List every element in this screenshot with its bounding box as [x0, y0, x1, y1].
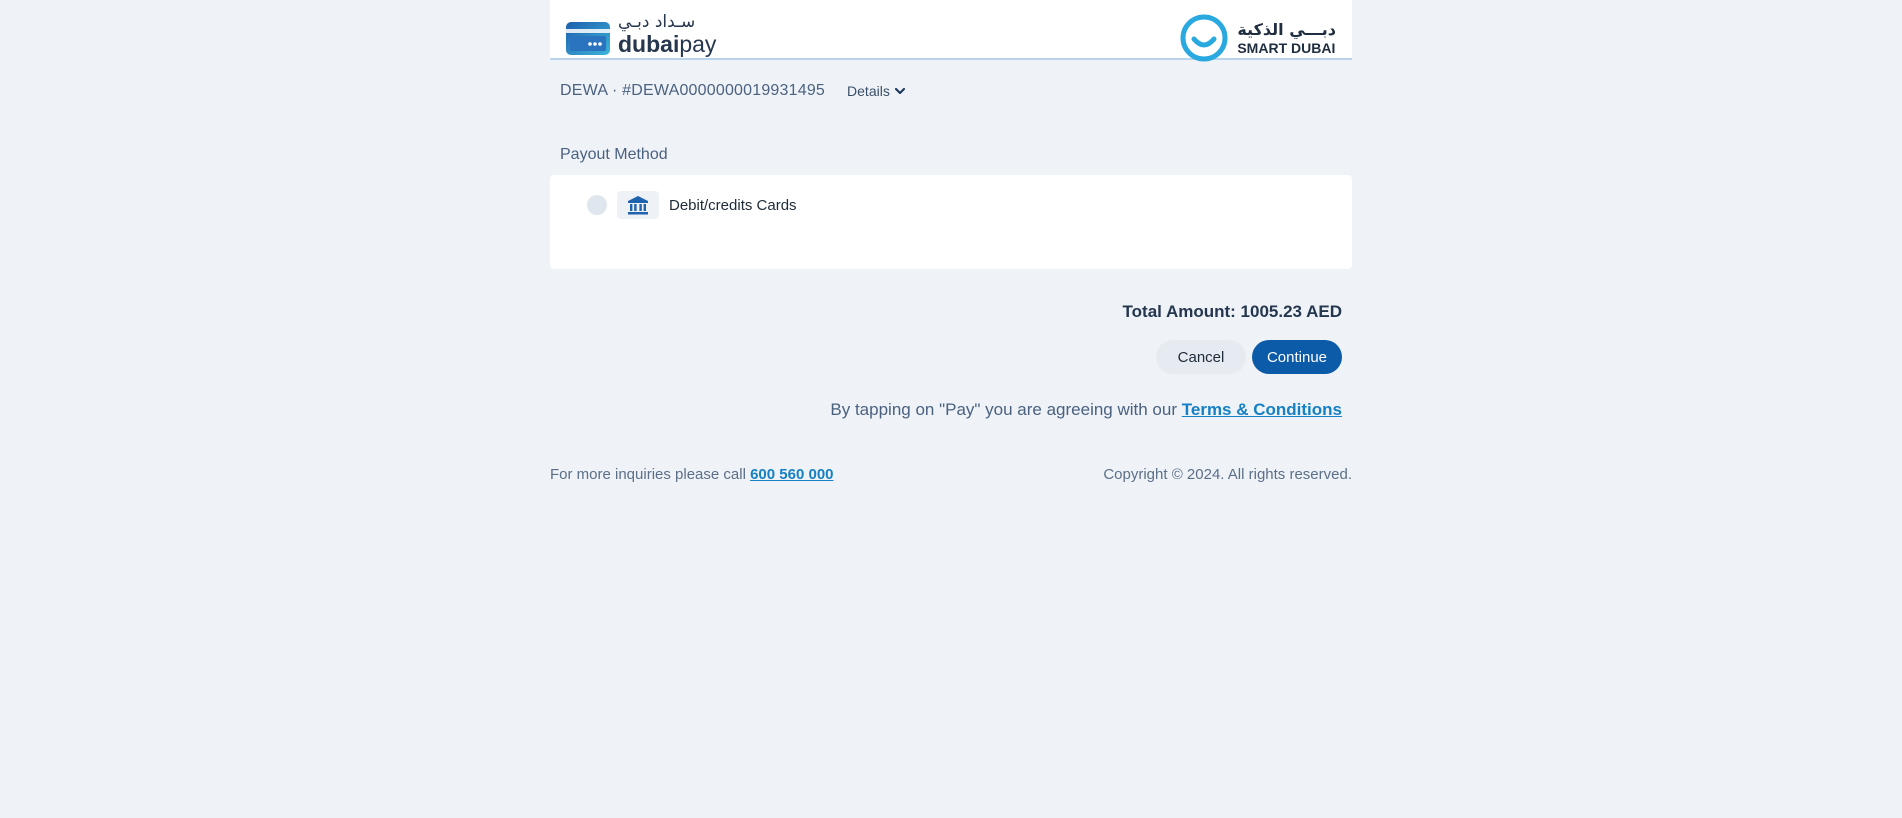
- dubaipay-bold-part: dubai: [618, 31, 680, 57]
- dubaipay-latin-text: dubaipay: [618, 33, 716, 56]
- chevron-down-icon: [894, 87, 905, 95]
- method-radio[interactable]: [587, 195, 607, 215]
- cancel-button[interactable]: Cancel: [1156, 340, 1246, 374]
- payout-method-card: Debit/credits Cards: [550, 175, 1352, 269]
- payment-page: سـداد دبـي dubaipay دبـــي الذكية SMART …: [550, 0, 1352, 483]
- terms-prefix: By tapping on "Pay" you are agreeing wit…: [830, 400, 1178, 419]
- smart-dubai-wordmark: دبـــي الذكية SMART DUBAI: [1237, 19, 1336, 56]
- payout-method-option[interactable]: Debit/credits Cards: [587, 191, 797, 219]
- inquiry-text: For more inquiries please call 600 560 0…: [550, 466, 834, 483]
- bank-glyph-icon: [628, 196, 648, 215]
- action-buttons: Cancel Continue: [1156, 340, 1342, 374]
- terms-link[interactable]: Terms & Conditions: [1182, 400, 1342, 419]
- copyright: Copyright © 2024. All rights reserved.: [1103, 466, 1352, 483]
- method-label: Debit/credits Cards: [669, 196, 797, 214]
- smile-circle-icon: [1180, 14, 1228, 62]
- header: سـداد دبـي dubaipay دبـــي الذكية SMART …: [550, 0, 1352, 63]
- dubaipay-arabic-text: سـداد دبـي: [618, 12, 696, 32]
- details-toggle[interactable]: Details: [847, 83, 906, 99]
- reference-row: DEWA · #DEWA0000000019931495 Details: [560, 82, 906, 100]
- total-amount: Total Amount: 1005.23 AED: [1122, 302, 1342, 321]
- smart-dubai-logo: دبـــي الذكية SMART DUBAI: [1179, 13, 1336, 63]
- inquiry-prefix: For more inquiries please call: [550, 466, 746, 483]
- bank-icon: [617, 191, 659, 219]
- smart-dubai-arabic-text: دبـــي الذكية: [1237, 19, 1336, 39]
- dubaipay-logo: سـداد دبـي dubaipay: [565, 14, 716, 56]
- details-label: Details: [847, 83, 890, 99]
- payout-method-title: Payout Method: [560, 146, 668, 163]
- card-icon: [566, 22, 610, 55]
- phone-link[interactable]: 600 560 000: [750, 466, 833, 483]
- dubaipay-light-part: pay: [679, 31, 717, 57]
- reference-text: DEWA · #DEWA0000000019931495: [560, 82, 826, 99]
- smart-dubai-latin-text: SMART DUBAI: [1237, 39, 1336, 56]
- terms-notice: By tapping on "Pay" you are agreeing wit…: [830, 400, 1342, 420]
- continue-button[interactable]: Continue: [1252, 340, 1342, 374]
- dubaipay-wordmark: سـداد دبـي dubaipay: [618, 14, 716, 56]
